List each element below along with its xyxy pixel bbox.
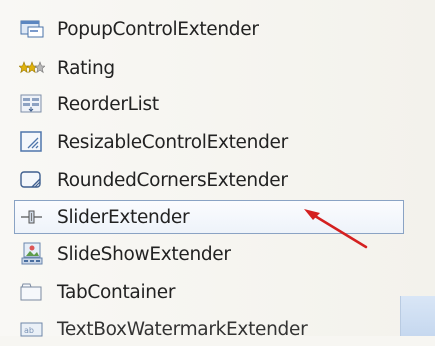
rounded-corners-icon bbox=[19, 168, 45, 192]
toolbox-item-reorderlist[interactable]: ReorderList bbox=[14, 87, 404, 121]
reorder-list-icon bbox=[19, 92, 45, 116]
toolbox-item-label: TabContainer bbox=[57, 281, 176, 303]
toolbox-item-label: SliderExtender bbox=[57, 206, 190, 228]
toolbox-item-roundedcornersextender[interactable]: RoundedCornersExtender bbox=[14, 163, 404, 197]
annotation-arrow bbox=[304, 209, 368, 249]
toolbox-item-popupcontrolextender[interactable]: PopupControlExtender bbox=[14, 12, 404, 46]
toolbox-item-textboxwatermarkextender[interactable]: ab TextBoxWatermarkExtender bbox=[14, 312, 404, 346]
slideshow-icon bbox=[19, 242, 45, 266]
toolbox-item-rating[interactable]: Rating bbox=[14, 51, 404, 85]
slider-icon bbox=[19, 205, 45, 229]
textbox-watermark-icon: ab bbox=[19, 317, 45, 341]
toolbox-item-label: RoundedCornersExtender bbox=[57, 169, 288, 191]
popup-control-icon bbox=[19, 17, 45, 41]
toolbox-item-resizablecontrolextender[interactable]: ResizableControlExtender bbox=[14, 125, 404, 159]
toolbox-panel: PopupControlExtender Rating ReorderList bbox=[0, 0, 435, 340]
toolbox-item-label: Rating bbox=[57, 57, 115, 79]
toolbox-item-label: ResizableControlExtender bbox=[57, 131, 288, 153]
toolbox-item-label: PopupControlExtender bbox=[57, 18, 259, 40]
toolbox-item-label: SlideShowExtender bbox=[57, 243, 231, 265]
toolbox-item-label: ReorderList bbox=[57, 93, 159, 115]
tab-container-icon bbox=[19, 280, 45, 304]
scrollbar-corner[interactable] bbox=[400, 296, 435, 336]
toolbox-item-label: TextBoxWatermarkExtender bbox=[57, 318, 308, 340]
rating-stars-icon bbox=[19, 56, 45, 80]
svg-text:ab: ab bbox=[24, 326, 34, 335]
toolbox-item-tabcontainer[interactable]: TabContainer bbox=[14, 275, 404, 309]
resizable-control-icon bbox=[19, 130, 45, 154]
